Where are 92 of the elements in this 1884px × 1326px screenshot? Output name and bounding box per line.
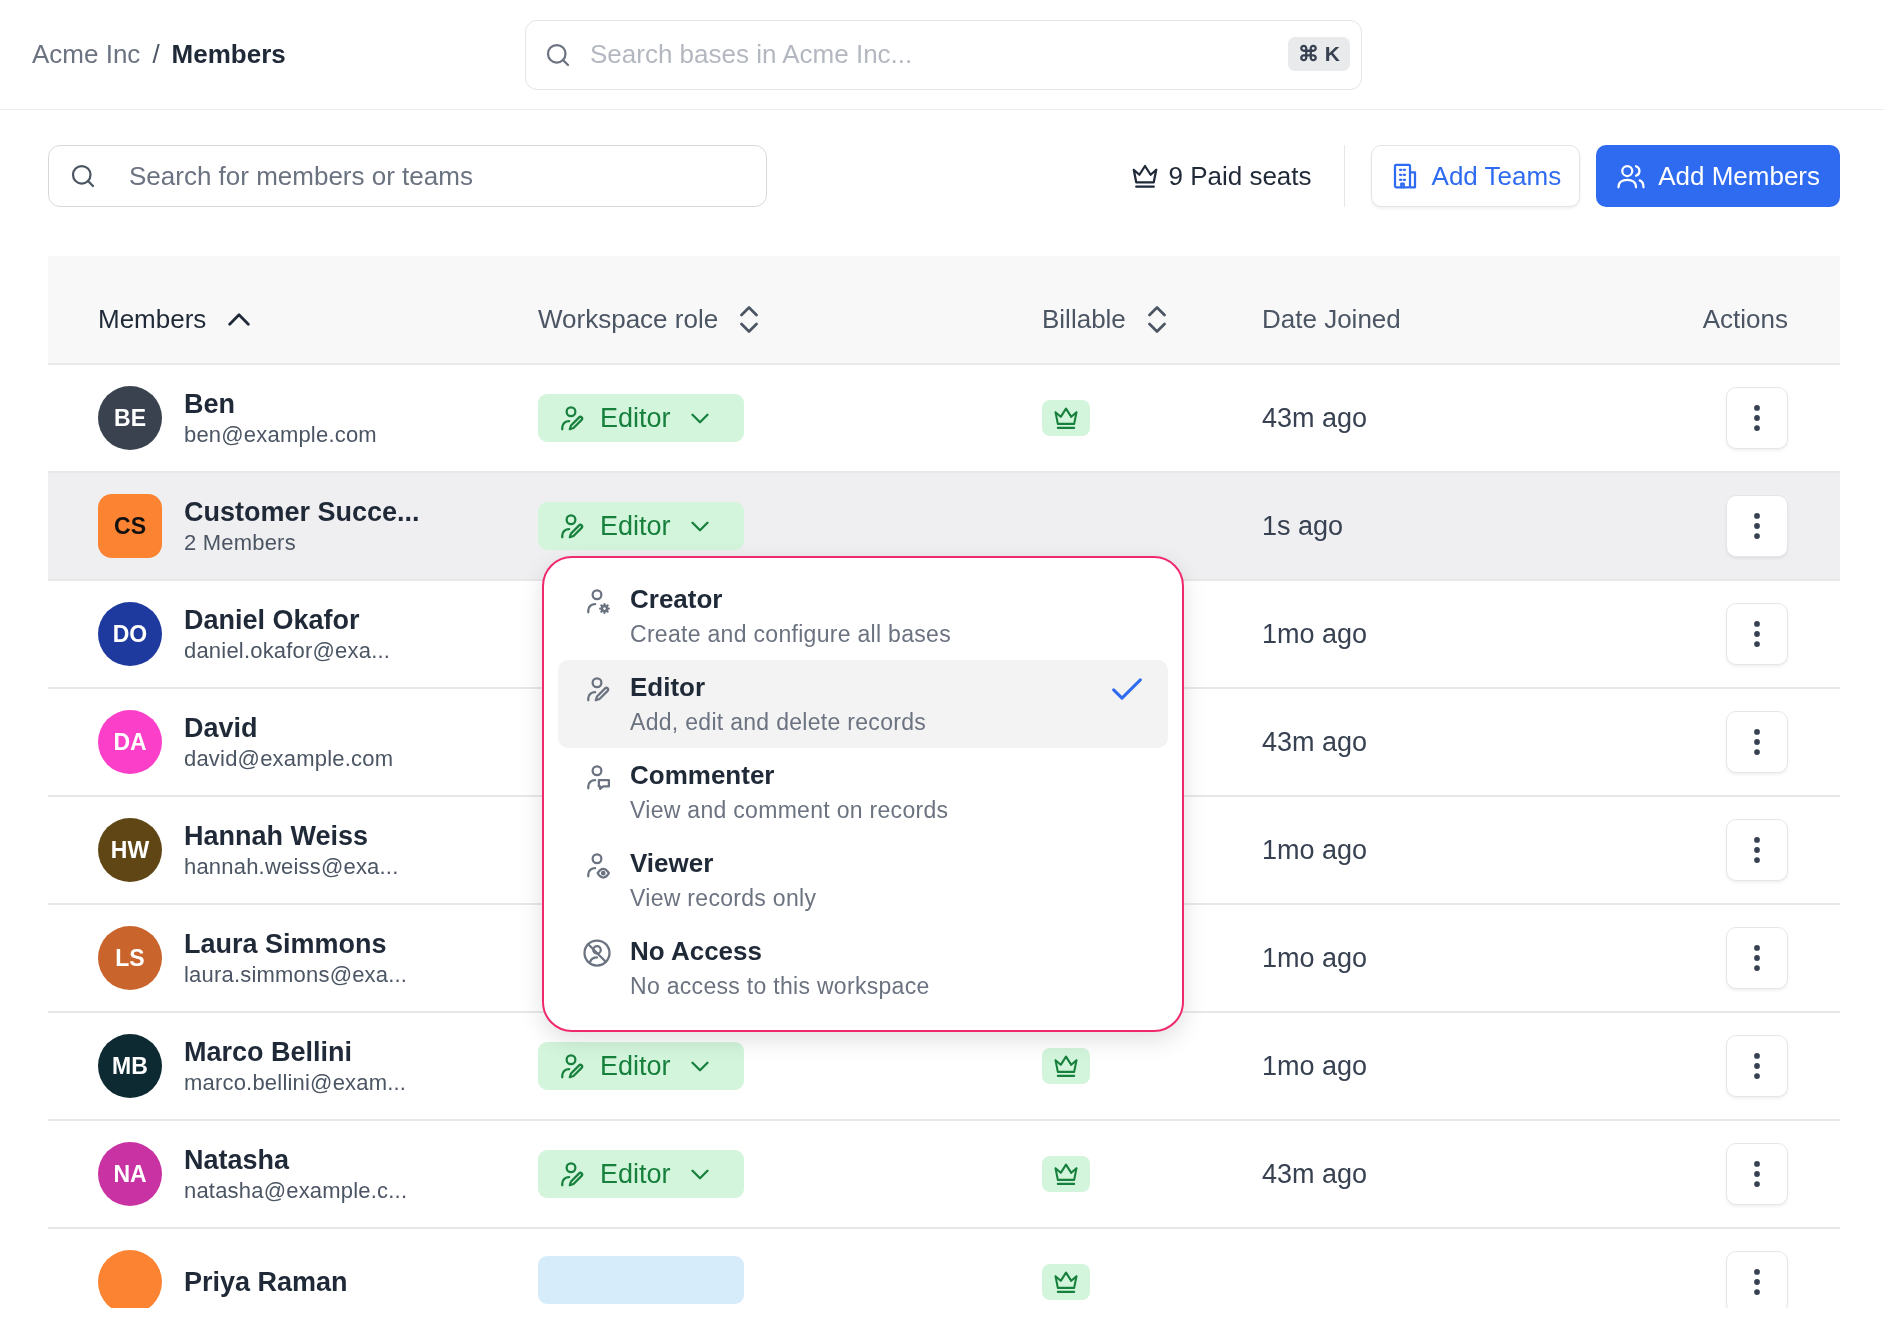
column-header[interactable]: Members <box>98 303 207 335</box>
member-name: David <box>184 712 259 744</box>
avatar-initials: DA <box>113 728 147 756</box>
role-name: Commenter <box>630 760 776 791</box>
avatar-initials: LS <box>115 944 145 972</box>
chevron-down-icon <box>690 412 709 424</box>
avatar-initials: NA <box>113 1160 147 1188</box>
kebab-icon <box>1754 1161 1760 1187</box>
member-detail: laura.simmons@exa... <box>184 961 408 988</box>
kebab-icon <box>1754 1269 1760 1295</box>
kebab-icon <box>1754 405 1760 431</box>
member-name: Hannah Weiss <box>184 820 370 852</box>
column-header: Date Joined <box>1262 303 1401 335</box>
more-actions-button[interactable] <box>1726 495 1788 557</box>
add-members-button[interactable]: Add Members <box>1596 145 1840 207</box>
role-option[interactable]: Viewer View records only <box>558 836 1168 924</box>
chevron-down-icon <box>690 520 709 532</box>
member-detail: 2 Members <box>184 529 297 556</box>
date-joined: 43m ago <box>1262 726 1368 757</box>
more-actions-button[interactable] <box>1726 711 1788 773</box>
kebab-icon <box>1754 1053 1760 1079</box>
role-dropdown[interactable]: Editor <box>538 394 744 442</box>
role-option[interactable]: No Access No access to this workspace <box>558 924 1168 1012</box>
role-description: View records only <box>630 885 818 912</box>
chevron-down-icon <box>690 1168 709 1180</box>
member-detail: hannah.weiss@exa... <box>184 853 399 880</box>
role-name: No Access <box>630 936 763 967</box>
blocked-user-icon <box>582 938 612 968</box>
add-teams-button[interactable]: Add Teams <box>1370 145 1581 207</box>
more-actions-button[interactable] <box>1726 927 1788 989</box>
kebab-icon <box>1754 945 1760 971</box>
more-actions-button[interactable] <box>1726 387 1788 449</box>
check-icon <box>1112 678 1142 700</box>
kebab-icon <box>1754 729 1760 755</box>
role-description: Create and configure all bases <box>630 621 952 648</box>
member-detail: ben@example.com <box>184 421 377 448</box>
more-actions-button[interactable] <box>1726 1251 1788 1308</box>
role-name: Creator <box>630 584 724 615</box>
date-joined: 1mo ago <box>1262 1050 1368 1081</box>
date-joined: 43m ago <box>1262 402 1368 433</box>
sort-ascending-icon[interactable] <box>228 312 251 326</box>
member-detail: david@example.com <box>184 745 394 772</box>
role-name: Editor <box>630 672 707 703</box>
chevron-down-icon <box>690 1060 709 1072</box>
kebab-icon <box>1754 513 1760 539</box>
paid-seats-count: 9 Paid seats <box>1168 160 1312 192</box>
column-header[interactable]: Workspace role <box>538 303 719 335</box>
role-dropdown[interactable]: Editor <box>538 1042 744 1090</box>
role-option[interactable]: Creator Create and configure all bases <box>558 572 1168 660</box>
breadcrumb-link[interactable]: Acme Inc <box>32 39 141 70</box>
kebab-icon <box>1754 837 1760 863</box>
avatar-initials: HW <box>110 836 150 864</box>
member-search-field[interactable]: Search for members or teams <box>48 145 767 207</box>
sort-icon[interactable] <box>740 305 759 333</box>
kebab-icon <box>1754 621 1760 647</box>
member-name: Daniel Okafor <box>184 604 361 636</box>
avatar-initials: BE <box>114 404 146 432</box>
role-dropdown[interactable]: Editor <box>538 502 744 550</box>
member-name: Priya Raman <box>184 1266 348 1298</box>
role-description: View and comment on records <box>630 797 950 824</box>
member-name: Natasha <box>184 1144 291 1176</box>
member-name: Marco Bellini <box>184 1036 354 1068</box>
role-description: Add, edit and delete records <box>630 709 928 736</box>
date-joined: 1mo ago <box>1262 942 1368 973</box>
member-detail: natasha@example.c... <box>184 1177 408 1204</box>
column-header[interactable]: Billable <box>1042 303 1126 335</box>
sort-icon[interactable] <box>1147 305 1166 333</box>
member-detail: marco.bellini@exam... <box>184 1069 407 1096</box>
role-option[interactable]: Commenter View and comment on records <box>558 748 1168 836</box>
date-joined: 1mo ago <box>1262 618 1368 649</box>
column-header: Actions <box>1702 303 1788 335</box>
breadcrumb-current: Members <box>171 39 286 70</box>
breadcrumb-separator: / <box>152 39 160 70</box>
avatar-initials: CS <box>114 512 146 540</box>
role-name: Viewer <box>630 848 715 879</box>
role-description: No access to this workspace <box>630 973 931 1000</box>
avatar-initials: DO <box>112 620 148 648</box>
role-option[interactable]: Editor Add, edit and delete records <box>558 660 1168 748</box>
more-actions-button[interactable] <box>1726 1035 1788 1097</box>
more-actions-button[interactable] <box>1726 1143 1788 1205</box>
shortcut-hint: ⌘ K <box>1288 36 1350 71</box>
member-name: Customer Succe... <box>184 496 420 528</box>
date-joined: 1mo ago <box>1262 834 1368 865</box>
date-joined: 1s ago <box>1262 510 1344 541</box>
more-actions-button[interactable] <box>1726 603 1788 665</box>
member-detail: daniel.okafor@exa... <box>184 637 391 664</box>
date-joined: 43m ago <box>1262 1158 1368 1189</box>
avatar-initials: MB <box>112 1052 148 1080</box>
member-name: Ben <box>184 388 236 420</box>
member-name: Laura Simmons <box>184 928 388 960</box>
role-dropdown[interactable]: Editor <box>538 1150 744 1198</box>
more-actions-button[interactable] <box>1726 819 1788 881</box>
